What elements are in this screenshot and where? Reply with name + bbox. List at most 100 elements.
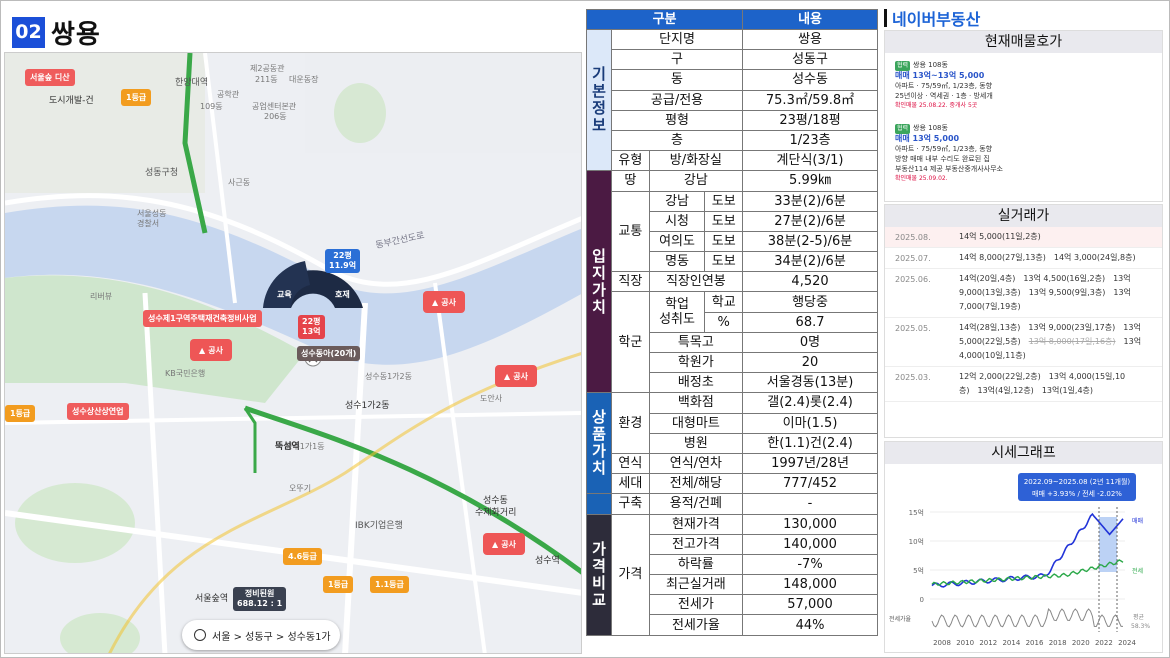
complex-info-table: 구분 내용 기본정보 단지명 쌍용 구 성동구 동 성수동 공급/전용 75.3㎡/59.8… [585,9,878,636]
grade-tag[interactable]: 1.1등급 [370,576,409,593]
row-value: 한(1.1)건(2.4) [742,432,878,454]
row-label: 공급/전용 [610,89,744,111]
deal-row: 2025.07. 14억 8,000(27일,13층) 14억 3,000(24일,… [885,248,1162,269]
facility-tag[interactable]: 성수제1구역주택재건축정비사업 [143,310,262,327]
y-tick-label: 15억 [909,509,924,517]
grade-tag[interactable]: 4.6등급 [283,548,322,565]
price-graph[interactable]: 15억 10억 5억 0 2008 2010 2012 2014 2016 2018 2020 202… [885,467,1164,653]
row-value: 1/23층 [742,129,878,152]
triangle-icon: ▲ [492,539,499,549]
deal-month: 2025.08. [895,233,931,242]
grade-tag[interactable]: 1등급 [5,405,36,422]
grade-tag[interactable]: 1등급 [323,576,354,593]
row-label: 동 [610,69,744,91]
category-price: 가격비교 [586,513,612,636]
row-label: 단지명 [610,28,744,51]
selected-price-marker[interactable]: 22평 13억 [298,315,325,339]
ratio-value: 688.12 : 1 [237,599,283,608]
deal-row: 2025.08. 14억 5,000(11일,2층) [885,227,1162,248]
listing-date: 확인매물 25.09.02. [895,175,948,182]
row-value: 130,000 [742,513,878,535]
construction-label: 공사 [501,539,516,549]
row-label: 전체/해당 [648,473,744,495]
price-marker[interactable]: 22평 11.9억 [325,249,361,273]
listing-desc: 25년이상 · 역세권 · 1층 · 방세개 [895,92,993,100]
map-label: 206동 [264,112,287,121]
listing-item[interactable]: 협력 쌍용 108동 매매 13억 5,000 아파트 · 75/59㎡, 1/2… [885,121,1162,186]
listing-item[interactable]: 협력 쌍용 108동 매매 13억~13억 5,000 아파트 · 75/59㎡,… [885,58,1162,113]
row-value: 27분(2)/6분 [742,210,878,232]
construction-label: 공사 [441,297,456,307]
row-label: 구 [610,49,744,71]
ratio-label: 정비된원 [244,589,275,598]
construction-marker[interactable]: ▲ 공사 [190,339,232,361]
map-label: 서울숲역 [195,594,229,604]
x-tick-label: 2018 [1049,639,1067,647]
legend-average-value: 58.3% [1131,623,1150,630]
wheel-education[interactable]: 교육 [273,287,296,302]
facility-tag[interactable]: 성수상산상연업 [67,403,129,420]
deal-values: 14억 5,000(11일,2층) [959,227,1152,247]
deal-values: 14억(20일,4층) 13억 4,500(16일,2층) 13억 9,000(13… [959,269,1152,317]
walk-label: 도보 [704,251,744,273]
map-label: 수제화거리 [475,508,517,518]
map-view[interactable]: 한양대역 도시개발-건 제2공동관 211동 대운동장 공학관 109동 공업센… [4,52,582,654]
triangle-icon: ▲ [432,297,439,307]
row-value: 44% [742,614,878,636]
grade-tag[interactable]: 1등급 [121,89,152,106]
row-value: 행당중 [742,291,878,313]
construction-label: 공사 [513,371,528,381]
row-value: 갤(2.4)롯(2.4) [742,392,878,414]
graph-section: 시세그래프 15억 10억 5억 0 2008 2010 2012 2014 2016 2018 2… [884,441,1163,653]
price-marker-value: 13억 [302,327,321,336]
row-value: 계단식(3/1) [742,150,878,172]
row-value: 23평/18평 [742,109,878,131]
row-label: 명동 [648,251,706,273]
naver-panel: 네이버부동산 현재매물호가 협력 쌍용 108동 매매 13억~13억 5,000… [880,4,1166,654]
address-breadcrumb[interactable]: 서울 > 성동구 > 성수동1가 [182,620,340,650]
listing-name: 쌍용 108동 [913,61,948,69]
sub-label: 가격 [611,513,650,636]
deal-value: 12억 2,000(22일,2층) [959,372,1041,381]
legend-sale: 매매 [1132,517,1143,525]
row-value: 68.7 [742,311,878,333]
school-label: 학교 [704,291,744,313]
facility-tag[interactable]: 서울숲 디산 [25,69,75,86]
wheel-development[interactable]: 호재 [331,287,354,302]
brand-title: 네이버부동산 [884,6,980,30]
listing-name: 쌍용 108동 [913,124,948,132]
deal-row: 2025.05. 14억(28일,13층) 13억 9,000(23일,17층) 13… [885,318,1162,367]
deal-month: 2025.06. [895,275,931,284]
deal-values: 14억(28일,13층) 13억 9,000(23일,17층) 13억 5,000(… [959,318,1152,366]
construction-marker[interactable]: ▲ 공사 [483,533,525,555]
construction-marker[interactable]: ▲ 공사 [495,365,537,387]
walk-label: 도보 [704,190,744,212]
row-value: 38분(2-5)/6분 [742,230,878,253]
complex-bubble[interactable]: 성수동아(20개) [297,346,361,361]
sub-label: 유형 [611,150,650,172]
row-label: 전세가 [648,594,744,616]
section-title: 시세그래프 [885,442,1162,464]
x-tick-label: 2022 [1095,639,1113,647]
ratio-marker[interactable]: 정비된원 688.12 : 1 [233,587,287,611]
row-value: 성수동 [742,69,878,91]
row-value: 20 [742,351,878,374]
deal-values: 12억 2,000(22일,2층) 13억 4,000(15일,10층) 13억(4… [959,367,1152,401]
x-tick-label: 2024 [1118,639,1136,647]
map-label: 도안사 [480,394,503,403]
sub-label: 땅 [611,170,650,192]
construction-marker[interactable]: ▲ 공사 [423,291,465,313]
location-icon [194,629,206,641]
map-label: IBK기업은행 [355,521,403,531]
row-value: 1997년/28년 [742,452,878,475]
x-tick-label: 2012 [979,639,997,647]
row-label: 시청 [648,210,706,232]
row-label: 대형마트 [648,412,744,434]
map-label: 대운동장 [289,75,319,84]
row-label: 여의도 [648,230,706,253]
deal-values: 14억 8,000(27일,13층) 14억 3,000(24일,8층) [959,248,1152,268]
y-tick-label: 10억 [909,538,924,546]
map-label: 성수1가2동 [345,401,390,411]
deals-list: 2025.08. 14억 5,000(11일,2층) 2025.07. 14억 8,0… [885,227,1162,402]
triangle-icon: ▲ [199,345,206,355]
